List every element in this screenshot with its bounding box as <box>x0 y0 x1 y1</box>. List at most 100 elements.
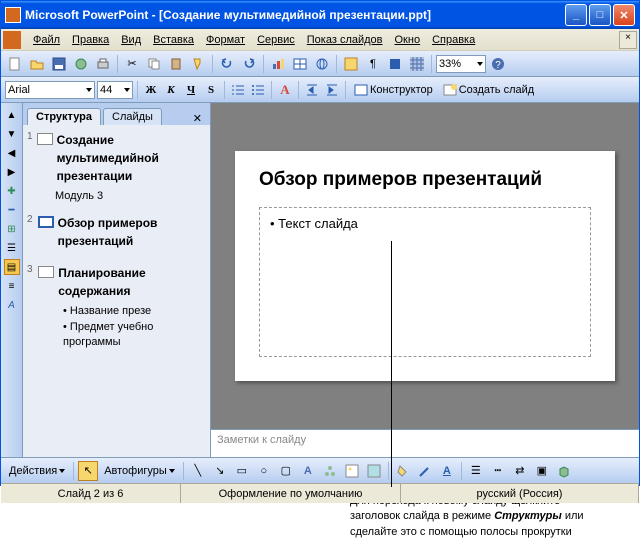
actions-menu[interactable]: Действия <box>5 465 69 477</box>
permission-icon[interactable] <box>71 54 91 74</box>
picture-icon[interactable] <box>364 461 384 481</box>
plus-icon[interactable]: ✚ <box>4 183 20 199</box>
cut-icon[interactable]: ✂ <box>122 54 142 74</box>
diagram-icon[interactable] <box>320 461 340 481</box>
zoom-selector[interactable]: 33% <box>436 55 486 73</box>
tab-slides[interactable]: Слайды <box>103 108 162 125</box>
doc-name: [Создание мультимедийной презентации.ppt… <box>159 8 431 22</box>
clipart-icon[interactable] <box>342 461 362 481</box>
collapse-all-icon[interactable]: ☰ <box>4 240 20 256</box>
font-a-icon[interactable]: A <box>4 297 20 313</box>
new-icon[interactable] <box>5 54 25 74</box>
font-size-selector[interactable]: 44 <box>97 81 133 99</box>
menu-edit[interactable]: Правка <box>66 32 115 48</box>
hyperlink-icon[interactable] <box>312 54 332 74</box>
print-icon[interactable] <box>93 54 113 74</box>
oval-icon[interactable]: ○ <box>254 461 274 481</box>
menu-tools[interactable]: Сервис <box>251 32 301 48</box>
menu-file[interactable]: Файл <box>27 32 66 48</box>
decrease-indent-icon[interactable] <box>303 81 321 99</box>
design-button[interactable]: Конструктор <box>350 81 437 99</box>
rectangle-icon[interactable]: ▭ <box>232 461 252 481</box>
slide-canvas[interactable]: Обзор примеров презентаций • Текст слайд… <box>211 103 639 429</box>
app-menu-icon[interactable] <box>3 31 21 49</box>
help-icon[interactable]: ? <box>488 54 508 74</box>
menu-window[interactable]: Окно <box>389 32 427 48</box>
line-color-icon[interactable] <box>415 461 435 481</box>
grid-icon[interactable] <box>407 54 427 74</box>
app-name: Microsoft PowerPoint <box>25 8 148 22</box>
arrow-right-icon[interactable]: ▶ <box>4 164 20 180</box>
app-icon <box>5 7 21 23</box>
line-style-icon[interactable]: ☰ <box>466 461 486 481</box>
table-icon[interactable] <box>290 54 310 74</box>
slide-title[interactable]: Обзор примеров презентаций <box>259 169 591 191</box>
svg-text:?: ? <box>495 60 501 71</box>
notes-pane[interactable]: Заметки к слайду <box>211 429 639 457</box>
show-formatting-icon[interactable]: ≡ <box>4 278 20 294</box>
outline-item[interactable]: 3 Планирование содержания <box>27 264 206 300</box>
shadow-button[interactable]: S <box>202 81 220 99</box>
menu-slideshow[interactable]: Показ слайдов <box>301 32 389 48</box>
font-color-icon[interactable]: A <box>437 461 457 481</box>
line-icon[interactable]: ╲ <box>188 461 208 481</box>
slide-icon <box>38 216 54 228</box>
new-slide-button[interactable]: Создать слайд <box>439 81 538 99</box>
fill-color-icon[interactable] <box>393 461 413 481</box>
chart-icon[interactable] <box>268 54 288 74</box>
color-icon[interactable] <box>385 54 405 74</box>
menu-view[interactable]: Вид <box>115 32 147 48</box>
menu-help[interactable]: Справка <box>426 32 481 48</box>
numbering-icon[interactable] <box>229 81 247 99</box>
autoshapes-menu[interactable]: Автофигуры <box>100 465 179 477</box>
slide-icon <box>37 133 53 145</box>
dash-style-icon[interactable]: ┅ <box>488 461 508 481</box>
textbox-icon[interactable]: ▢ <box>276 461 296 481</box>
expand-all-icon[interactable]: ⊞ <box>4 221 20 237</box>
italic-button[interactable]: К <box>162 81 180 99</box>
minimize-button[interactable]: _ <box>565 4 587 26</box>
bold-button[interactable]: Ж <box>142 81 160 99</box>
outline-item[interactable]: 1 Создание мультимедийной презентации <box>27 131 206 185</box>
app-window: Microsoft PowerPoint - [Создание мультим… <box>0 0 640 486</box>
select-icon[interactable]: ↖ <box>78 461 98 481</box>
tables-borders-icon[interactable] <box>341 54 361 74</box>
open-icon[interactable] <box>27 54 47 74</box>
arrow-left-icon[interactable]: ◀ <box>4 145 20 161</box>
undo-icon[interactable] <box>217 54 237 74</box>
bullets-icon[interactable] <box>249 81 267 99</box>
format-painter-icon[interactable] <box>188 54 208 74</box>
font-selector[interactable]: Arial <box>5 81 95 99</box>
status-design: Оформление по умолчанию <box>181 484 401 503</box>
redo-icon[interactable] <box>239 54 259 74</box>
arrow-down-icon[interactable]: ▼ <box>4 126 20 142</box>
wordart-icon[interactable]: A <box>298 461 318 481</box>
menu-format[interactable]: Формат <box>200 32 251 48</box>
outline-subtitle: Модуль 3 <box>55 189 206 204</box>
menu-insert[interactable]: Вставка <box>147 32 200 48</box>
font-size-up-icon[interactable]: A <box>276 81 294 99</box>
outline-body[interactable]: 1 Создание мультимедийной презентации Мо… <box>23 125 210 457</box>
tab-outline[interactable]: Структура <box>27 108 101 125</box>
help-box[interactable]: × <box>619 31 637 49</box>
maximize-button[interactable]: □ <box>589 4 611 26</box>
minus-icon[interactable]: ━ <box>4 202 20 218</box>
arrow-up-icon[interactable]: ▲ <box>4 107 20 123</box>
arrow-icon[interactable]: ↘ <box>210 461 230 481</box>
3d-style-icon[interactable] <box>554 461 574 481</box>
underline-button[interactable]: Ч <box>182 81 200 99</box>
slide[interactable]: Обзор примеров презентаций • Текст слайд… <box>235 151 615 381</box>
paste-icon[interactable] <box>166 54 186 74</box>
close-button[interactable]: ✕ <box>613 4 635 26</box>
slide-body[interactable]: • Текст слайда <box>259 207 591 357</box>
copy-icon[interactable] <box>144 54 164 74</box>
shadow-style-icon[interactable]: ▣ <box>532 461 552 481</box>
summary-icon[interactable]: ▤ <box>4 259 20 275</box>
pane-close-icon[interactable]: ✕ <box>189 112 206 125</box>
arrow-style-icon[interactable]: ⇄ <box>510 461 530 481</box>
slide-pane: Обзор примеров презентаций • Текст слайд… <box>211 103 639 457</box>
outline-item[interactable]: 2 Обзор примеров презентаций <box>27 214 206 250</box>
increase-indent-icon[interactable] <box>323 81 341 99</box>
show-hide-icon[interactable]: ¶ <box>363 54 383 74</box>
save-icon[interactable] <box>49 54 69 74</box>
